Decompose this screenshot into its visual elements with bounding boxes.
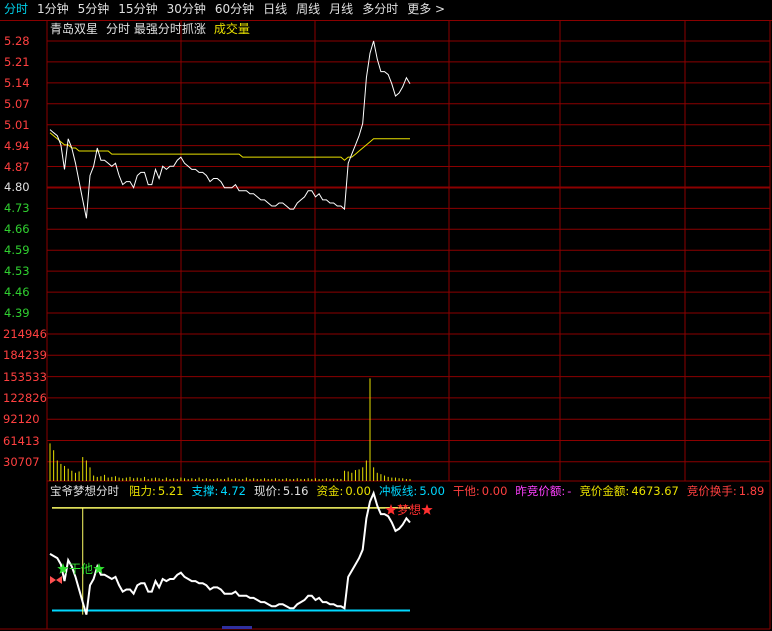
price-tick-label: 4.73 bbox=[4, 201, 30, 216]
volume-tick-label: 30707 bbox=[3, 454, 40, 469]
price-tick-label: 4.87 bbox=[4, 159, 30, 174]
tab-0[interactable]: 分时 bbox=[4, 2, 28, 17]
tab-2[interactable]: 5分钟 bbox=[78, 2, 110, 17]
volume-tick-label: 92120 bbox=[3, 412, 40, 427]
chart-mode-label: 分时 最强分时抓涨 bbox=[106, 22, 206, 36]
indicator-name: 宝爷梦想分时 bbox=[50, 484, 119, 498]
prev-bid-label: 昨竞价额: bbox=[515, 484, 566, 498]
price-tick-label: 4.80 bbox=[4, 180, 30, 195]
gan-marker-label: 干他 bbox=[69, 562, 93, 576]
price-tick-label: 4.66 bbox=[4, 222, 30, 237]
price-line bbox=[49, 40, 411, 219]
bid-turnover-label: 竞价换手: bbox=[686, 484, 737, 498]
dream-star-icon bbox=[385, 504, 397, 515]
price-tick-label: 4.94 bbox=[4, 138, 30, 153]
dream-marker-label: 梦想 bbox=[397, 502, 421, 517]
butterfly-marker-icon bbox=[50, 576, 62, 584]
tab-5[interactable]: 60分钟 bbox=[215, 2, 254, 17]
price-tick-label: 5.07 bbox=[4, 96, 30, 111]
fund-value: 0.00 bbox=[345, 484, 371, 498]
chart-canvas[interactable]: 干他 梦想 bbox=[0, 0, 772, 631]
dream-star-right-icon bbox=[421, 504, 433, 515]
volume-tick-label: 61413 bbox=[3, 433, 40, 448]
tab-10[interactable]: 更多 > bbox=[407, 2, 445, 17]
tab-6[interactable]: 日线 bbox=[263, 2, 287, 17]
price-tick-label: 4.59 bbox=[4, 243, 30, 258]
price-label: 现价: bbox=[253, 484, 281, 498]
stock-name: 青岛双星 bbox=[50, 22, 99, 36]
average-price-line bbox=[49, 132, 410, 161]
price-value: 5.16 bbox=[282, 484, 309, 498]
tab-8[interactable]: 月线 bbox=[329, 2, 353, 17]
price-tick-label: 5.14 bbox=[4, 75, 30, 90]
tab-4[interactable]: 30分钟 bbox=[167, 2, 206, 17]
chart-title: 青岛双星 分时 最强分时抓涨 成交量 bbox=[50, 22, 250, 37]
volume-tick-label: 184239 bbox=[3, 348, 47, 363]
gan-label: 干他: bbox=[452, 484, 480, 498]
prev-bid-value: - bbox=[567, 484, 572, 498]
indicator-price-line bbox=[49, 490, 411, 615]
limit-label: 冲板线: bbox=[378, 484, 418, 498]
support-label: 支撑: bbox=[191, 484, 219, 498]
volume-tick-label: 214946 bbox=[3, 327, 47, 341]
bid-amount-label: 竞价金额: bbox=[579, 484, 630, 498]
volume-label: 成交量 bbox=[213, 22, 250, 36]
scroll-indicator bbox=[222, 626, 252, 629]
gan-value: 0.00 bbox=[481, 484, 508, 498]
volume-tick-label: 122826 bbox=[3, 390, 47, 405]
tab-7[interactable]: 周线 bbox=[296, 2, 320, 17]
tab-3[interactable]: 15分钟 bbox=[118, 2, 157, 17]
limit-value: 5.00 bbox=[419, 484, 445, 498]
tab-1[interactable]: 1分钟 bbox=[37, 2, 69, 17]
bid-amount-value: 4673.67 bbox=[631, 484, 679, 498]
resistance-value: 5.21 bbox=[157, 484, 184, 498]
resistance-label: 阻力: bbox=[129, 484, 156, 498]
price-tick-label: 5.01 bbox=[4, 117, 30, 132]
price-tick-label: 5.21 bbox=[4, 54, 30, 69]
price-tick-label: 4.39 bbox=[4, 306, 30, 320]
price-tick-label: 4.53 bbox=[4, 264, 30, 279]
price-tick-label: 4.46 bbox=[4, 285, 30, 300]
volume-tick-label: 153533 bbox=[3, 369, 47, 384]
period-tab-bar: 分时 1分钟 5分钟 15分钟 30分钟 60分钟 日线 周线 月线 多分时 更多 > bbox=[0, 0, 772, 21]
fund-label: 资金: bbox=[316, 484, 344, 498]
bid-turnover-value: 1.89 bbox=[738, 484, 765, 498]
period-tabs: 分时 1分钟 5分钟 15分钟 30分钟 60分钟 日线 周线 月线 多分时 更多 > bbox=[4, 2, 454, 17]
indicator-header: 宝爷梦想分时 阻力: 5.21 支撑: 4.72 现价: 5.16 资金: 0.… bbox=[50, 484, 766, 498]
support-value: 4.72 bbox=[220, 484, 246, 498]
tab-9[interactable]: 多分时 bbox=[362, 2, 398, 17]
price-tick-label: 5.28 bbox=[4, 34, 30, 48]
